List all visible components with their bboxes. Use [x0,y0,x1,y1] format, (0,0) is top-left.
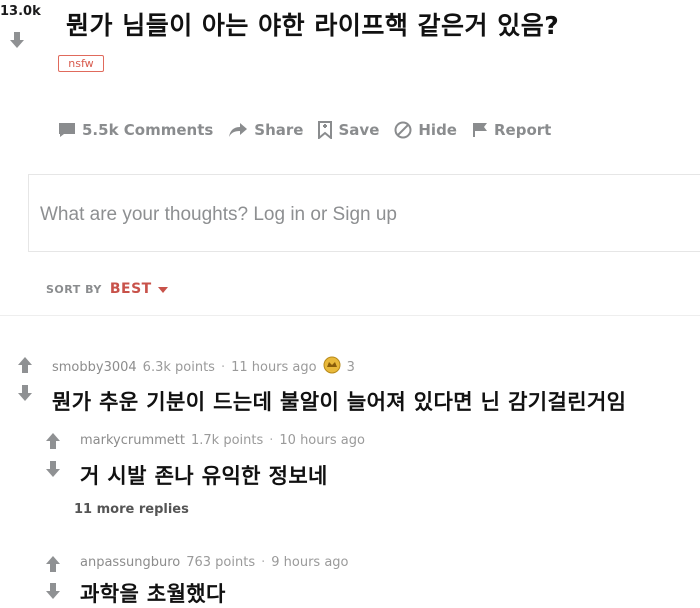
comment-time: 10 hours ago [279,433,365,448]
comment-author[interactable]: anpassungburo [80,555,180,570]
share-icon [228,122,248,138]
comment-points: 1.7k points [190,433,264,448]
comment-body: 거 시발 존나 유익한 정보네 [80,464,328,488]
downvote-icon[interactable] [46,461,62,479]
comments-button[interactable]: 5.5k Comments [58,121,213,139]
comment-time: 11 hours ago [231,359,317,375]
separator-dot: · [220,359,226,375]
share-button[interactable]: Share [228,121,303,139]
comment-body: 뭔가 추운 기분이 드는데 불알이 늘어져 있다면 닌 감기걸린거임 [52,390,627,414]
sort-label: SORT BY [46,282,102,296]
comment-points: 6.3k points [142,359,215,375]
comment-body: 과학을 초월했다 [80,582,226,606]
post-score: 13.0k [0,4,41,19]
comment-input-box[interactable]: What are your thoughts? Log in or Sign u… [28,174,700,252]
downvote-icon[interactable] [18,385,34,403]
bookmark-icon [318,121,333,139]
save-label: Save [338,121,380,139]
divider [0,315,700,316]
upvote-icon[interactable] [18,357,34,375]
more-replies-link[interactable]: 11 more replies [74,502,189,517]
comment-meta: anpassungburo 763 points · 9 hours ago [80,555,349,570]
save-button[interactable]: Save [318,121,379,139]
flag-icon [472,122,488,138]
nsfw-badge: nsfw [58,55,104,72]
report-label: Report [493,121,552,139]
award-count: 3 [346,359,355,375]
hide-label: Hide [418,121,457,139]
post-actions-bar: 5.5k Comments Share Save Hide Report [58,121,551,139]
upvote-icon[interactable] [46,556,62,574]
comment-author[interactable]: markycrummett [80,433,185,448]
post-title[interactable]: 뭔가 님들이 아는 야한 라이프핵 같은거 있음? [66,6,559,42]
comment-meta: smobby3004 6.3k points · 11 hours ago 3 [52,356,355,378]
downvote-icon[interactable] [10,32,26,50]
share-label: Share [254,121,304,139]
separator-dot: · [269,433,274,448]
award-icon[interactable] [323,356,341,378]
comments-label: 5.5k Comments [82,121,214,139]
hide-button[interactable]: Hide [394,121,457,139]
sort-value: BEST [109,281,152,297]
caret-down-icon [157,281,168,297]
comment-meta: markycrummett 1.7k points · 10 hours ago [80,433,365,448]
comment-time: 9 hours ago [271,555,349,570]
sort-control[interactable]: SORT BY BEST [46,281,168,297]
comment-points: 763 points [186,555,256,570]
comment-icon [58,122,76,138]
comment-author[interactable]: smobby3004 [52,360,137,375]
upvote-icon[interactable] [46,433,62,451]
sort-dropdown[interactable]: BEST [110,281,168,297]
hide-icon [394,121,412,139]
separator-dot: · [261,555,266,570]
report-button[interactable]: Report [472,121,551,139]
comment-placeholder[interactable]: What are your thoughts? Log in or Sign u… [40,204,397,226]
downvote-icon[interactable] [46,583,62,601]
